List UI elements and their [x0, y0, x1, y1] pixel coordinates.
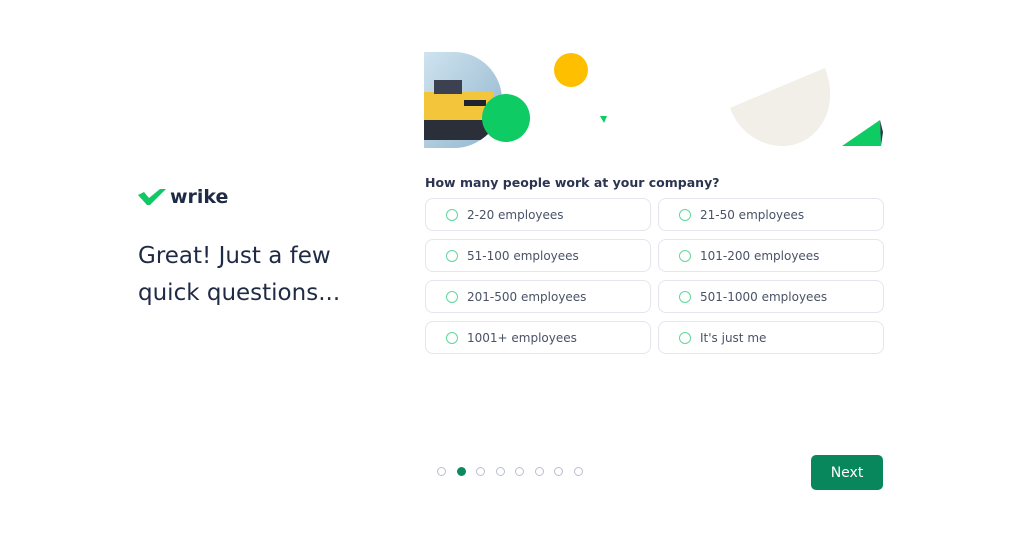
wrike-check-icon — [138, 189, 166, 205]
question-label: How many people work at your company? — [425, 175, 720, 190]
step-dot-8 — [573, 467, 583, 476]
radio-icon[interactable] — [679, 290, 691, 303]
step-dot-6 — [534, 467, 544, 476]
step-dot-5 — [515, 467, 524, 476]
option-1001-plus[interactable]: 1001+ employees — [425, 321, 651, 354]
option-201-500[interactable]: 201-500 employees — [425, 280, 651, 313]
option-label: 101-200 employees — [700, 248, 820, 263]
option-just-me[interactable]: It's just me — [658, 321, 884, 354]
page-headline: Great! Just a few quick questions... — [138, 243, 341, 306]
beige-semicircle-body — [730, 68, 831, 147]
small-green-triangle — [600, 116, 607, 123]
step-indicator — [437, 467, 583, 476]
hero-illustration — [424, 52, 883, 148]
options-grid: 2-20 employees 21-50 employees 51-100 em… — [425, 198, 884, 354]
option-2-20[interactable]: 2-20 employees — [425, 198, 651, 231]
radio-icon[interactable] — [446, 249, 458, 262]
option-label: 51-100 employees — [467, 248, 579, 263]
option-101-200[interactable]: 101-200 employees — [658, 239, 884, 272]
option-label: 1001+ employees — [467, 330, 577, 345]
brand-name: wrike — [170, 186, 229, 208]
green-circle — [482, 94, 530, 142]
option-label: 501-1000 employees — [700, 289, 828, 304]
radio-icon[interactable] — [446, 331, 458, 344]
radio-icon[interactable] — [446, 208, 458, 221]
yellow-circle — [554, 53, 588, 87]
radio-icon[interactable] — [446, 290, 458, 303]
step-dot-1 — [437, 467, 446, 476]
step-dot-2 — [456, 467, 466, 476]
radio-icon[interactable] — [679, 249, 691, 262]
option-51-100[interactable]: 51-100 employees — [425, 239, 651, 272]
next-button[interactable]: Next — [811, 455, 883, 490]
option-21-50[interactable]: 21-50 employees — [658, 198, 884, 231]
wrike-logo: wrike — [138, 186, 228, 208]
option-label: It's just me — [700, 330, 767, 345]
step-dot-4 — [495, 467, 505, 476]
option-501-1000[interactable]: 501-1000 employees — [658, 280, 884, 313]
radio-icon[interactable] — [679, 208, 691, 221]
green-triangle — [842, 120, 881, 146]
option-label: 2-20 employees — [467, 207, 564, 222]
step-dot-3 — [476, 467, 485, 476]
step-dot-7 — [554, 467, 563, 476]
radio-icon[interactable] — [679, 331, 691, 344]
option-label: 21-50 employees — [700, 207, 805, 222]
option-label: 201-500 employees — [467, 289, 587, 304]
